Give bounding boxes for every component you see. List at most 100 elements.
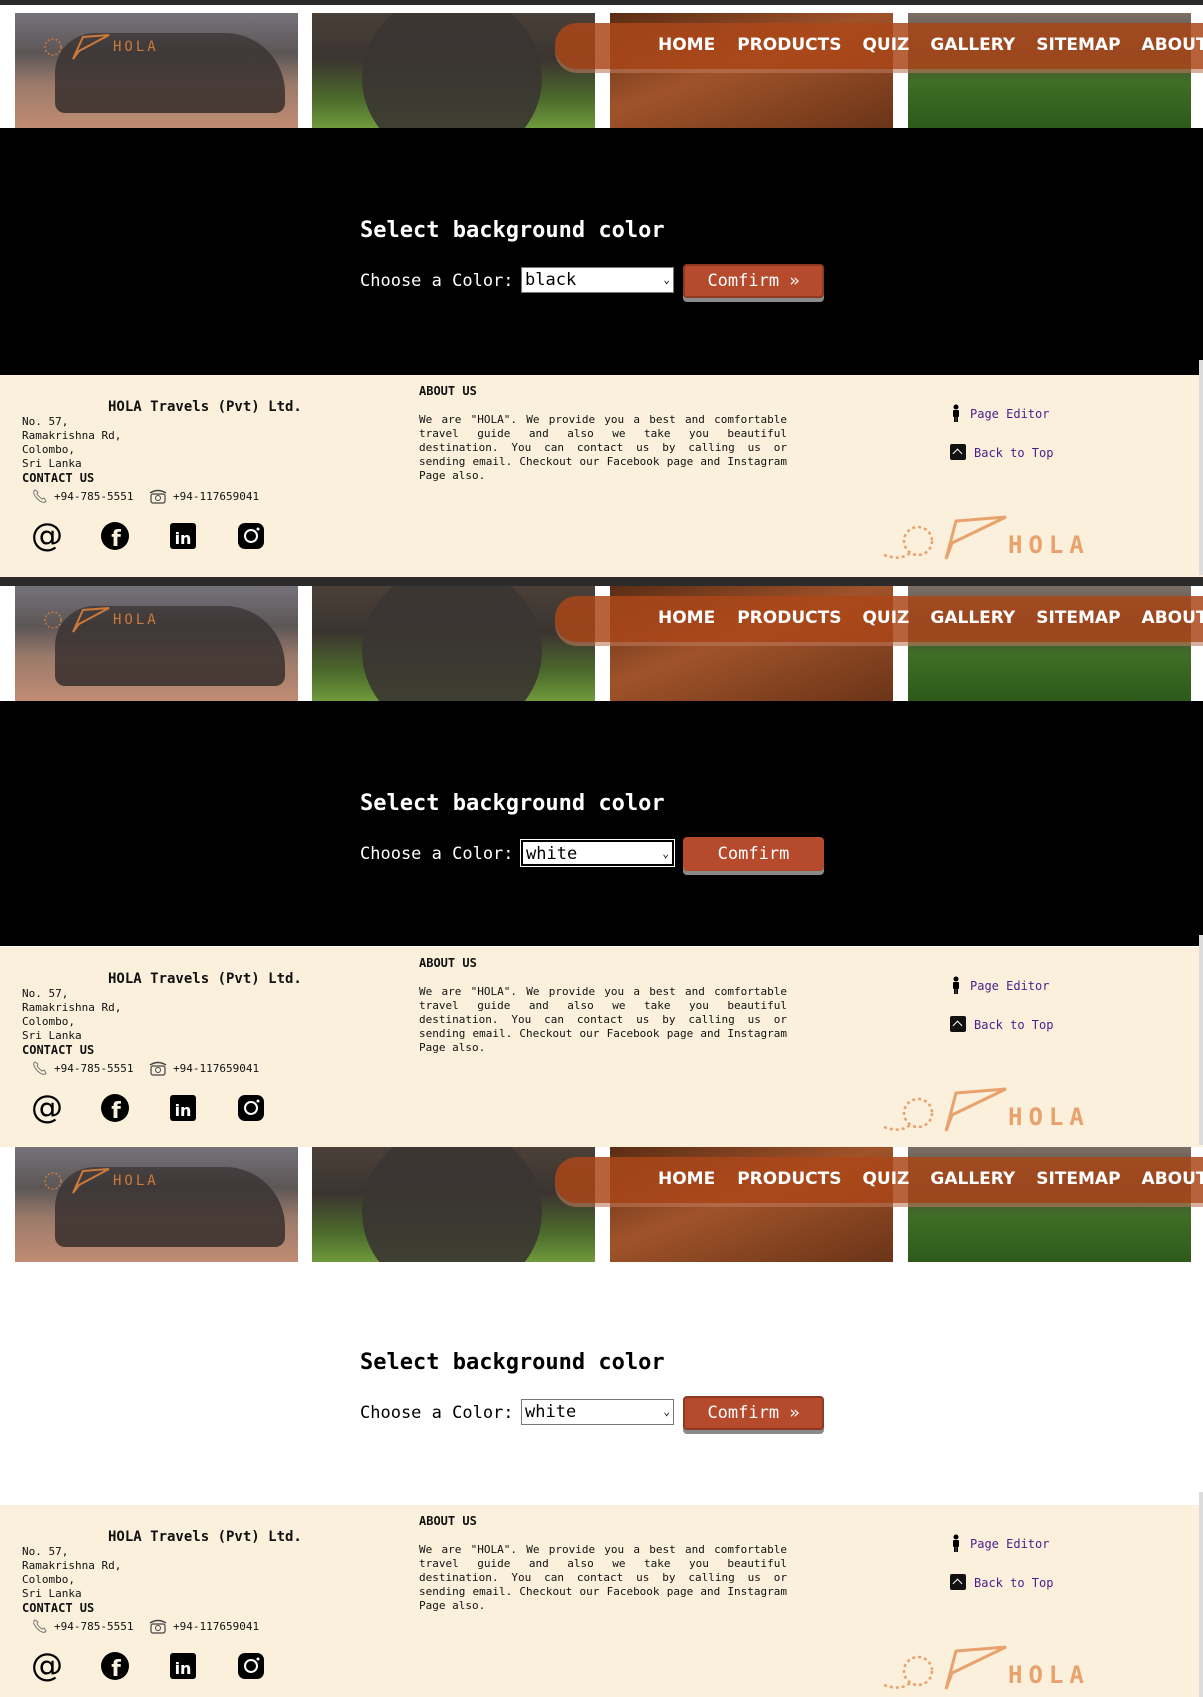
paper-plane-icon: [44, 607, 110, 633]
paper-plane-icon: [44, 1168, 110, 1194]
company-name: HOLA Travels (Pvt) Ltd.: [108, 971, 302, 987]
address-line: Colombo,: [22, 1573, 75, 1586]
svg-text:@: @: [31, 519, 63, 553]
email-icon[interactable]: @: [30, 1091, 64, 1125]
nav-quiz[interactable]: QUIZ: [862, 608, 909, 634]
land-phone-number: +94-117659041: [173, 1620, 260, 1633]
nav-sitemap[interactable]: SITEMAP: [1036, 35, 1120, 61]
about-us-text: We are "HOLA". We provide you a best and…: [419, 985, 787, 1054]
page-editor-link[interactable]: Page Editor: [950, 404, 1049, 422]
confirm-button[interactable]: Comfirm »: [683, 264, 824, 298]
page-editor-label: Page Editor: [970, 407, 1050, 421]
choose-color-label: Choose a Color:: [360, 1403, 514, 1423]
address-line: Ramakrishna Rd,: [22, 1001, 122, 1014]
about-us-title: ABOUT US: [419, 1514, 477, 1528]
header-logo[interactable]: HOLA: [43, 1163, 173, 1199]
site-header: HOLA HOME PRODUCTS QUIZ GALLERY SITEMAP …: [0, 586, 1203, 701]
color-select[interactable]: black ⌄: [521, 267, 674, 293]
back-to-top-link[interactable]: Back to Top: [950, 1016, 1053, 1032]
main-nav: HOME PRODUCTS QUIZ GALLERY SITEMAP ABOUT…: [658, 1169, 1203, 1195]
mobile-phone[interactable]: +94-785-5551: [32, 488, 133, 504]
mobile-phone-number: +94-785-5551: [54, 1062, 134, 1075]
email-icon[interactable]: @: [30, 1649, 64, 1683]
footer-logo-text: HOLA: [1008, 1103, 1090, 1131]
nav-sitemap[interactable]: SITEMAP: [1036, 1169, 1120, 1195]
nav-home[interactable]: HOME: [658, 35, 715, 61]
contact-us-title: CONTACT US: [22, 471, 95, 485]
land-phone[interactable]: +94-117659041: [149, 1618, 259, 1634]
svg-text:in: in: [175, 1659, 192, 1678]
instagram-icon[interactable]: [234, 519, 268, 553]
nav-products[interactable]: PRODUCTS: [737, 608, 841, 634]
back-to-top-link[interactable]: Back to Top: [950, 444, 1053, 460]
instagram-icon[interactable]: [234, 1091, 268, 1125]
header-image-elephants-river: HOLA: [15, 586, 298, 701]
header-logo-text: HOLA: [113, 612, 159, 628]
site-footer: HOLA Travels (Pvt) Ltd. No. 57, Ramakris…: [0, 1505, 1203, 1697]
nav-quiz[interactable]: QUIZ: [862, 35, 909, 61]
header-logo[interactable]: HOLA: [43, 29, 173, 65]
email-icon[interactable]: @: [30, 519, 64, 553]
paper-plane-icon: [883, 515, 1007, 560]
page-editor-link[interactable]: Page Editor: [950, 976, 1049, 994]
address-line: No. 57,: [22, 987, 69, 1000]
company-name: HOLA Travels (Pvt) Ltd.: [108, 1529, 302, 1545]
scrollbar[interactable]: [1199, 1492, 1203, 1697]
confirm-button[interactable]: Comfirm: [683, 837, 824, 871]
back-to-top-label: Back to Top: [974, 446, 1054, 460]
color-select-value: white: [525, 1402, 577, 1422]
page-editor-link[interactable]: Page Editor: [950, 1534, 1049, 1552]
nav-home[interactable]: HOME: [658, 608, 715, 634]
arrow-up-icon: [950, 1016, 966, 1032]
scrollbar[interactable]: [1199, 360, 1203, 575]
land-phone[interactable]: +94-117659041: [149, 1060, 259, 1076]
telephone-icon: [149, 489, 167, 504]
back-to-top-link[interactable]: Back to Top: [950, 1574, 1053, 1590]
facebook-icon[interactable]: f: [98, 1649, 132, 1683]
mobile-phone[interactable]: +94-785-5551: [32, 1060, 133, 1076]
facebook-icon[interactable]: f: [98, 1091, 132, 1125]
arrow-up-icon: [950, 1574, 966, 1590]
site-header: HOLA HOME PRODUCTS QUIZ GALLERY SITEMAP …: [0, 13, 1203, 128]
page-editor-label: Page Editor: [970, 1537, 1050, 1551]
mobile-phone[interactable]: +94-785-5551: [32, 1618, 133, 1634]
nav-about-us[interactable]: ABOUT US: [1142, 608, 1203, 634]
nav-home[interactable]: HOME: [658, 1169, 715, 1195]
nav-quiz[interactable]: QUIZ: [862, 1169, 909, 1195]
header-logo[interactable]: HOLA: [43, 602, 173, 638]
section-title: Select background color: [360, 791, 665, 816]
footer-logo-text: HOLA: [1008, 531, 1090, 559]
nav-gallery[interactable]: GALLERY: [930, 1169, 1015, 1195]
nav-gallery[interactable]: GALLERY: [930, 35, 1015, 61]
contact-us-title: CONTACT US: [22, 1043, 95, 1057]
scrollbar[interactable]: [1199, 935, 1203, 1145]
nav-products[interactable]: PRODUCTS: [737, 35, 841, 61]
instagram-icon[interactable]: [234, 1649, 268, 1683]
choose-color-label: Choose a Color:: [360, 271, 514, 291]
color-select[interactable]: white ⌄: [520, 839, 675, 867]
screenshot-panel-2: HOLA HOME PRODUCTS QUIZ GALLERY SITEMAP …: [0, 577, 1203, 1147]
nav-products[interactable]: PRODUCTS: [737, 1169, 841, 1195]
header-logo-text: HOLA: [113, 1173, 159, 1189]
land-phone[interactable]: +94-117659041: [149, 488, 259, 504]
linkedin-icon[interactable]: in: [166, 519, 200, 553]
nav-about-us[interactable]: ABOUT US: [1142, 35, 1203, 61]
color-selector-section: Select background color Choose a Color: …: [0, 128, 1203, 375]
confirm-button[interactable]: Comfirm »: [683, 1396, 824, 1430]
person-icon: [953, 404, 959, 422]
about-us-text: We are "HOLA". We provide you a best and…: [419, 1543, 787, 1612]
facebook-icon[interactable]: f: [98, 519, 132, 553]
nav-gallery[interactable]: GALLERY: [930, 608, 1015, 634]
nav-sitemap[interactable]: SITEMAP: [1036, 608, 1120, 634]
chevron-down-icon: ⌄: [662, 847, 669, 860]
linkedin-icon[interactable]: in: [166, 1091, 200, 1125]
address-line: Sri Lanka: [22, 1029, 82, 1042]
nav-about-us[interactable]: ABOUT US: [1142, 1169, 1203, 1195]
linkedin-icon[interactable]: in: [166, 1649, 200, 1683]
social-links: @ f in: [30, 1091, 270, 1125]
footer-logo-text: HOLA: [1008, 1661, 1090, 1689]
main-nav: HOME PRODUCTS QUIZ GALLERY SITEMAP ABOUT…: [658, 35, 1203, 61]
color-select[interactable]: white ⌄: [521, 1399, 674, 1425]
choose-color-label: Choose a Color:: [360, 844, 514, 864]
header-image-elephants-river: HOLA: [15, 1147, 298, 1262]
